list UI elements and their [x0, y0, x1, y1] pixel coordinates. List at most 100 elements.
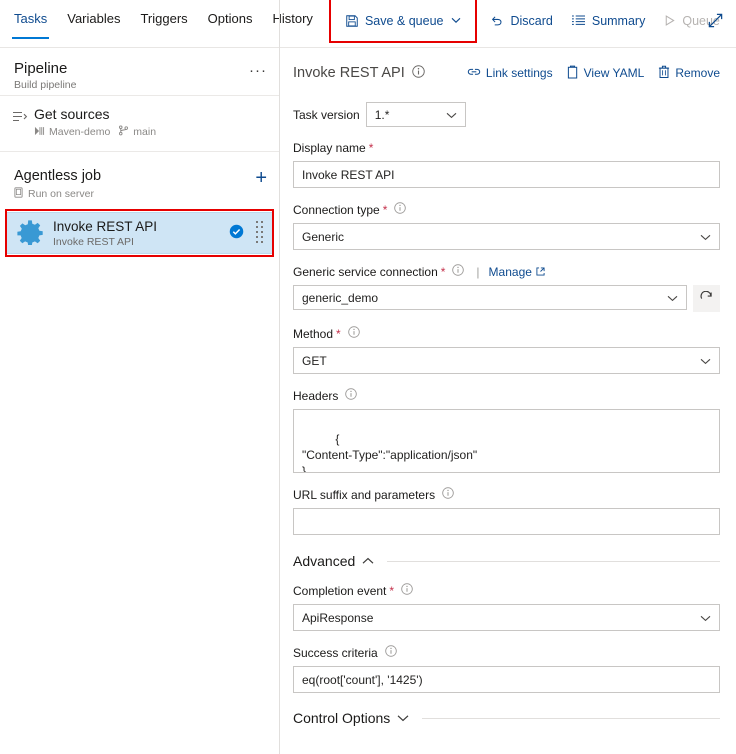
chevron-down-icon	[446, 108, 457, 122]
link-icon	[467, 66, 481, 81]
resize-handle[interactable]	[709, 462, 717, 470]
top-toolbar: Tasks Variables Triggers Options History…	[0, 0, 736, 47]
view-yaml-label: View YAML	[583, 66, 645, 80]
manage-label: Manage	[488, 264, 532, 279]
more-actions-button[interactable]: ···	[730, 13, 736, 29]
discard-label: Discard	[510, 13, 553, 28]
repository-icon	[34, 126, 45, 139]
tab-variables[interactable]: Variables	[67, 0, 120, 38]
field-url-suffix: URL suffix and parameters	[293, 487, 720, 535]
method-select[interactable]: GET	[293, 347, 720, 374]
pipeline-more-button[interactable]: ···	[249, 62, 267, 79]
save-and-queue-label: Save & queue	[364, 13, 444, 28]
chevron-down-icon	[397, 711, 409, 725]
link-settings-label: Link settings	[485, 66, 553, 80]
control-options-label: Control Options	[293, 710, 391, 726]
page-title: Invoke REST API	[293, 65, 405, 81]
chevron-down-icon	[700, 611, 711, 625]
gear-icon	[17, 219, 43, 248]
required-marker: *	[440, 264, 446, 279]
save-icon	[345, 14, 359, 28]
branch-icon	[118, 125, 129, 139]
sidebar-item-get-sources[interactable]: Get sources Maven-demo main	[0, 96, 279, 151]
job-title: Agentless job	[14, 168, 102, 184]
get-sources-content: Get sources Maven-demo main	[32, 106, 156, 139]
chevron-down-icon[interactable]	[451, 17, 461, 24]
method-label: Method *	[293, 326, 720, 342]
sidebar-item-invoke-rest-api[interactable]: Invoke REST API Invoke REST API	[6, 212, 273, 254]
undo-icon	[489, 14, 504, 28]
info-icon[interactable]	[452, 264, 465, 280]
field-method: Method * GET	[293, 326, 720, 374]
headers-label-text: Headers	[293, 388, 339, 403]
method-label-text: Method	[293, 326, 334, 341]
section-control-options[interactable]: Control Options	[293, 710, 720, 726]
manage-link[interactable]: Manage	[489, 265, 545, 280]
success-criteria-input[interactable]: eq(root['count'], '1425')	[293, 666, 720, 693]
completion-event-select[interactable]: ApiResponse	[293, 604, 720, 631]
display-name-input[interactable]: Invoke REST API	[293, 161, 720, 188]
url-suffix-input[interactable]	[293, 508, 720, 535]
discard-button[interactable]: Discard	[481, 6, 560, 36]
field-display-name: Display name * Invoke REST API	[293, 141, 720, 188]
grip-row	[255, 225, 263, 230]
chevron-down-icon	[700, 354, 711, 368]
task-version-select[interactable]: 1.*	[365, 102, 466, 127]
service-connection-value: generic_demo	[302, 290, 379, 305]
advanced-label: Advanced	[293, 553, 356, 569]
connection-type-select[interactable]: Generic	[293, 223, 720, 250]
repo-chip: Maven-demo	[34, 126, 110, 139]
task-drag-handle[interactable]	[254, 220, 264, 246]
expand-icon[interactable]	[707, 12, 724, 32]
task-enabled-check-icon[interactable]	[229, 224, 244, 242]
job-subtitle: Run on server	[28, 188, 94, 200]
url-suffix-label: URL suffix and parameters	[293, 487, 720, 503]
headers-textarea[interactable]: { "Content-Type":"application/json" }	[293, 409, 720, 473]
save-and-queue-group: Save & queue	[328, 0, 478, 43]
headers-value: { "Content-Type":"application/json" }	[302, 432, 478, 473]
server-icon	[14, 187, 23, 201]
service-connection-select[interactable]: generic_demo	[293, 285, 687, 310]
link-settings-button[interactable]: Link settings	[467, 66, 553, 81]
refresh-icon[interactable]	[693, 285, 720, 312]
connection-type-value: Generic	[302, 229, 345, 244]
info-icon[interactable]	[442, 487, 454, 503]
external-link-icon	[536, 265, 545, 280]
field-headers: Headers { "Content-Type":"application/js…	[293, 388, 720, 473]
info-icon[interactable]	[384, 645, 397, 661]
pipeline-title: Pipeline	[14, 60, 68, 77]
pipeline-header[interactable]: Pipeline Build pipeline ···	[0, 48, 279, 96]
required-marker: *	[368, 141, 374, 155]
pipeline-sidebar: Pipeline Build pipeline ··· Get sources	[0, 48, 279, 754]
summary-button[interactable]: Summary	[563, 6, 653, 36]
save-and-queue-button[interactable]: Save & queue	[337, 6, 470, 36]
required-marker: *	[389, 583, 395, 598]
get-sources-title: Get sources	[34, 106, 110, 122]
tab-triggers[interactable]: Triggers	[140, 0, 187, 38]
section-rule	[387, 560, 720, 562]
summary-label: Summary	[591, 13, 646, 28]
grip-row	[255, 235, 263, 240]
view-yaml-button[interactable]: View YAML	[567, 65, 645, 82]
tab-options[interactable]: Options	[208, 0, 253, 38]
section-advanced[interactable]: Advanced	[293, 553, 720, 569]
info-icon[interactable]	[347, 326, 360, 342]
add-task-button[interactable]: +	[255, 168, 267, 188]
tab-bar: Tasks Variables Triggers Options History	[0, 0, 313, 39]
task-row-wrapper: Invoke REST API Invoke REST API	[5, 209, 274, 257]
grip-dots	[255, 220, 263, 246]
chevron-down-icon	[700, 230, 711, 244]
info-icon[interactable]	[394, 202, 407, 218]
field-success-criteria: Success criteria eq(root['count'], '1425…	[293, 645, 720, 693]
sidebar-item-agentless-job[interactable]: Agentless job Run on server +	[0, 160, 279, 210]
remove-button[interactable]: Remove	[658, 65, 720, 82]
info-icon[interactable]	[412, 65, 425, 81]
completion-event-value: ApiResponse	[302, 610, 374, 625]
info-icon[interactable]	[345, 388, 358, 404]
task-settings-inner: Invoke REST API Link settings View YAML …	[280, 48, 736, 726]
chevron-up-icon	[362, 554, 374, 568]
info-icon[interactable]	[401, 583, 413, 599]
pipeline-subtitle: Build pipeline	[14, 79, 77, 91]
tab-tasks[interactable]: Tasks	[11, 0, 50, 39]
completion-event-label: Completion event *	[293, 583, 720, 599]
